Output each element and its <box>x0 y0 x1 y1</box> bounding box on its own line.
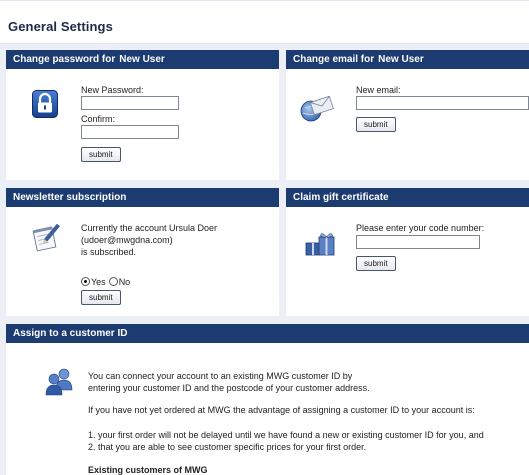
customer-id-point-2: 2. that you are able to see customer spe… <box>88 442 367 452</box>
change-password-header-user: New User <box>119 54 165 65</box>
new-password-label: New Password: <box>81 85 144 95</box>
newsletter-line-1: Currently the account Ursula Doer <box>81 223 218 233</box>
change-email-panel: Change email for New User New email: sub… <box>286 50 529 180</box>
customer-id-panel: Assign to a customer ID You can connect … <box>6 324 529 475</box>
existing-customers-heading: Existing customers of MWG <box>88 465 208 475</box>
gift-certificate-header: Claim gift certificate <box>286 188 529 207</box>
customer-id-intro: You can connect your account to an exist… <box>88 370 523 394</box>
new-email-input[interactable] <box>356 96 529 110</box>
new-email-label: New email: <box>356 85 401 95</box>
newsletter-yes-label: Yes <box>91 277 106 287</box>
gift-certificate-submit-button[interactable]: submit <box>356 256 396 271</box>
notepad-pencil-icon <box>31 223 61 258</box>
newsletter-radio-group: Yes No <box>81 272 133 290</box>
confirm-password-input[interactable] <box>81 125 179 139</box>
change-email-header-label: Change email for <box>293 54 375 65</box>
change-password-submit-button[interactable]: submit <box>81 147 121 162</box>
change-password-panel: Change password for New User New Password… <box>6 50 279 180</box>
page-title: General Settings <box>8 19 113 34</box>
gift-code-label: Please enter your code number: <box>356 223 485 233</box>
newsletter-line-2: (udoer@mwgdna.com) <box>81 235 173 245</box>
confirm-password-label: Confirm: <box>81 114 116 124</box>
newsletter-panel: Newsletter subscription Currently the ac… <box>6 188 279 316</box>
newsletter-status-text: Currently the account Ursula Doer (udoer… <box>81 222 271 258</box>
customer-id-point-1: 1. your first order will not be delayed … <box>88 430 484 440</box>
newsletter-line-3: is subscribed. <box>81 247 137 257</box>
customer-id-intro-line-2: entering your customer ID and the postco… <box>88 383 370 393</box>
newsletter-header: Newsletter subscription <box>6 188 279 207</box>
new-password-input[interactable] <box>81 96 179 110</box>
change-email-submit-button[interactable]: submit <box>356 117 396 132</box>
gift-certificate-panel: Claim gift certificate Please enter your… <box>286 188 529 316</box>
customer-id-intro-line-1: You can connect your account to an exist… <box>88 371 353 381</box>
change-email-header: Change email for New User <box>286 50 529 69</box>
newsletter-no-label: No <box>118 277 131 287</box>
change-email-header-user: New User <box>378 54 424 65</box>
change-password-header: Change password for New User <box>6 50 279 69</box>
gift-icon <box>304 231 336 262</box>
lock-icon <box>32 90 58 123</box>
customer-id-header: Assign to a customer ID <box>6 324 529 343</box>
customer-id-advantage-text: If you have not yet ordered at MWG the a… <box>88 405 475 415</box>
newsletter-yes-radio[interactable] <box>81 277 90 286</box>
users-group-icon <box>44 368 74 401</box>
gift-code-input[interactable] <box>356 235 480 249</box>
email-envelope-globe-icon <box>300 94 334 127</box>
customer-id-advantage-list: 1. your first order will not be delayed … <box>88 429 528 453</box>
newsletter-submit-button[interactable]: submit <box>81 290 121 305</box>
page-header: General Settings <box>0 0 529 44</box>
newsletter-no-radio[interactable] <box>108 277 118 286</box>
change-password-header-label: Change password for <box>13 54 116 65</box>
general-settings-page: General Settings Change password for New … <box>0 0 529 475</box>
